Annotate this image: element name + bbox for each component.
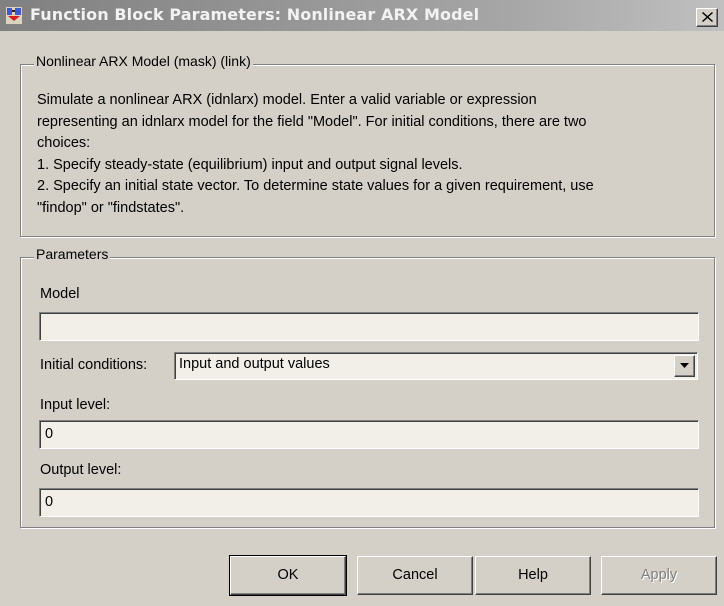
output-level-input[interactable]: 0 — [39, 488, 699, 517]
model-label: Model — [40, 286, 80, 302]
description-line: 2. Specify an initial state vector. To d… — [37, 178, 594, 194]
dropdown-arrow-button[interactable] — [674, 355, 695, 377]
model-input[interactable] — [39, 312, 699, 341]
title-bar[interactable]: Function Block Parameters: Nonlinear ARX… — [0, 0, 724, 31]
input-level-input[interactable]: 0 — [39, 420, 699, 449]
simulink-block-icon — [6, 7, 22, 24]
description-group-label: Nonlinear ARX Model (mask) (link) — [34, 53, 253, 69]
initial-conditions-select[interactable]: Input and output values — [174, 352, 698, 380]
description-line: representing an idnlarx model for the fi… — [37, 113, 587, 130]
input-level-label: Input level: — [40, 397, 111, 413]
description-line: choices: — [37, 135, 91, 151]
parameters-group-label: Parameters — [34, 246, 111, 262]
close-icon — [702, 12, 713, 22]
initial-conditions-label: Initial conditions: — [40, 357, 148, 373]
initial-conditions-value: Input and output values — [179, 356, 330, 372]
apply-button[interactable]: Apply — [601, 556, 717, 595]
dialog-window: Function Block Parameters: Nonlinear ARX… — [0, 0, 724, 606]
close-button[interactable] — [696, 8, 718, 27]
description-line: Simulate a nonlinear ARX (idnlarx) model… — [37, 92, 537, 108]
ok-button[interactable]: OK — [229, 555, 347, 596]
window-title: Function Block Parameters: Nonlinear ARX… — [30, 5, 480, 24]
description-line: 1. Specify steady-state (equilibrium) in… — [37, 156, 463, 173]
description-line: "findop" or "findstates". — [37, 199, 185, 216]
block-description: Simulate a nonlinear ARX (idnlarx) model… — [37, 90, 707, 219]
help-button[interactable]: Help — [475, 556, 591, 595]
output-level-label: Output level: — [40, 462, 122, 478]
chevron-down-icon — [680, 363, 689, 368]
cancel-button[interactable]: Cancel — [357, 556, 473, 595]
